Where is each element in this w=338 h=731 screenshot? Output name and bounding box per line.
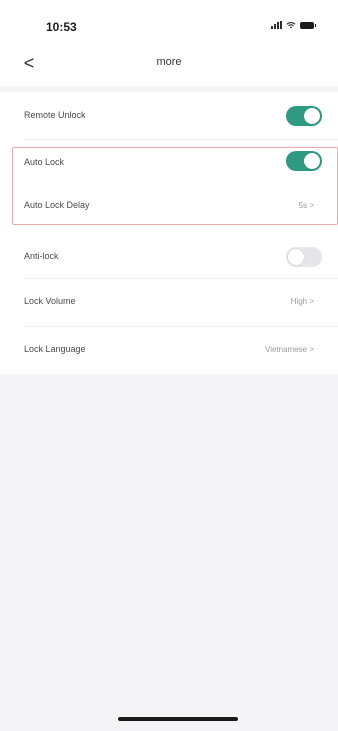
- auto-lock-delay-row[interactable]: Auto Lock Delay 5s >: [0, 190, 338, 224]
- lock-language-row[interactable]: Lock Language Vietnamese >: [0, 330, 338, 372]
- lock-volume-value: High >: [290, 297, 314, 306]
- wifi-icon: [286, 22, 296, 29]
- remote-unlock-label: Remote Unlock: [24, 110, 86, 120]
- home-indicator: [118, 717, 238, 721]
- auto-lock-label: Auto Lock: [24, 157, 65, 167]
- anti-lock-toggle[interactable]: [286, 247, 322, 267]
- page-title: more: [156, 56, 182, 68]
- toggle-knob: [288, 249, 304, 265]
- divider: [24, 278, 338, 279]
- lock-volume-row[interactable]: Lock Volume High >: [0, 282, 338, 322]
- anti-lock-label: Anti-lock: [24, 251, 59, 261]
- toggle-knob: [304, 108, 320, 124]
- battery-icon: [300, 21, 316, 29]
- auto-lock-delay-label: Auto Lock Delay: [24, 200, 90, 210]
- status-bar: 10:53: [0, 0, 338, 44]
- toggle-knob: [304, 153, 320, 169]
- anti-lock-row: Anti-lock: [0, 238, 338, 276]
- cellular-signal-icon: [271, 21, 282, 29]
- top-area: 10:53 < more: [0, 0, 338, 86]
- remote-unlock-toggle[interactable]: [286, 106, 322, 126]
- status-icons: [271, 21, 316, 29]
- divider: [24, 326, 338, 327]
- status-time: 10:53: [46, 20, 77, 34]
- divider: [24, 139, 338, 140]
- auto-lock-delay-value: 5s >: [298, 201, 314, 210]
- auto-lock-toggle[interactable]: [286, 151, 322, 171]
- lock-volume-label: Lock Volume: [24, 296, 76, 306]
- lock-language-value: Vietnamese >: [265, 345, 314, 354]
- auto-lock-row: Auto Lock: [0, 148, 338, 184]
- lock-language-label: Lock Language: [24, 344, 86, 354]
- remote-unlock-row: Remote Unlock: [0, 96, 338, 136]
- navigation-bar: < more: [0, 44, 338, 84]
